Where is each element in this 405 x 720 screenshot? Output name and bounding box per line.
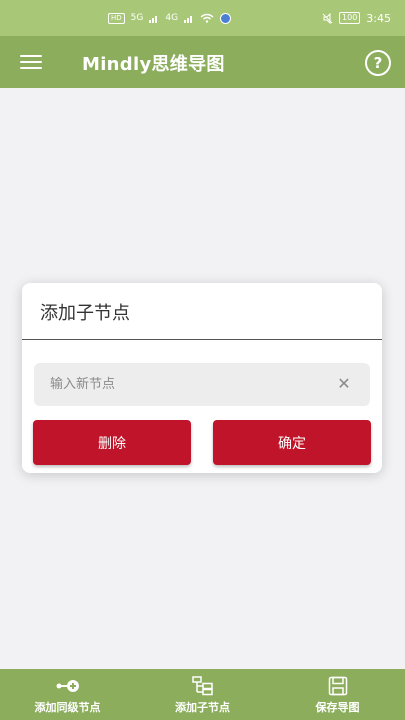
add-child-node-button[interactable]: 添加子节点 — [135, 669, 270, 720]
app-notification-icon — [220, 12, 232, 24]
mute-icon — [322, 12, 333, 24]
signal-icon — [149, 15, 158, 23]
add-sibling-node-button[interactable]: 添加同级节点 — [0, 669, 135, 720]
5g-signal: 5G — [130, 13, 144, 23]
battery-icon: 100 — [339, 12, 361, 24]
confirm-button[interactable]: 确定 — [213, 420, 371, 465]
hd-badge: HD — [108, 12, 125, 24]
app-bar: Mindly思维导图 ? — [0, 36, 405, 88]
add-child-node-dialog: 添加子节点 ✕ 删除 确定 — [22, 283, 382, 473]
help-icon[interactable]: ? — [365, 50, 391, 76]
menu-icon[interactable] — [20, 55, 42, 69]
status-time: 3:45 — [366, 11, 391, 25]
status-bar: HD 5G 4G 100 3:45 — [0, 0, 405, 36]
save-map-button[interactable]: 保存导图 — [270, 669, 405, 720]
wifi-icon — [200, 13, 214, 23]
status-indicators: HD 5G 4G — [108, 12, 232, 24]
clear-icon[interactable]: ✕ — [336, 376, 352, 392]
add-child-node-label: 添加子节点 — [175, 700, 230, 714]
4g-signal: 4G — [165, 13, 179, 23]
status-system: 100 3:45 — [322, 12, 391, 25]
signal-icon-2 — [184, 15, 193, 23]
delete-button[interactable]: 删除 — [33, 420, 191, 465]
dialog-title: 添加子节点 — [40, 303, 130, 324]
node-input-container: ✕ — [34, 363, 370, 406]
add-sibling-node-label: 添加同级节点 — [34, 700, 101, 714]
dialog-divider — [22, 339, 382, 340]
save-map-label: 保存导图 — [315, 700, 360, 714]
app-title: Mindly思维导图 — [82, 54, 225, 75]
new-node-input[interactable] — [34, 363, 334, 406]
add-sibling-node-icon — [55, 675, 81, 697]
save-icon — [328, 675, 348, 697]
bottom-nav: 添加同级节点 添加子节点 保存导图 — [0, 669, 405, 720]
add-child-node-icon — [191, 675, 214, 697]
